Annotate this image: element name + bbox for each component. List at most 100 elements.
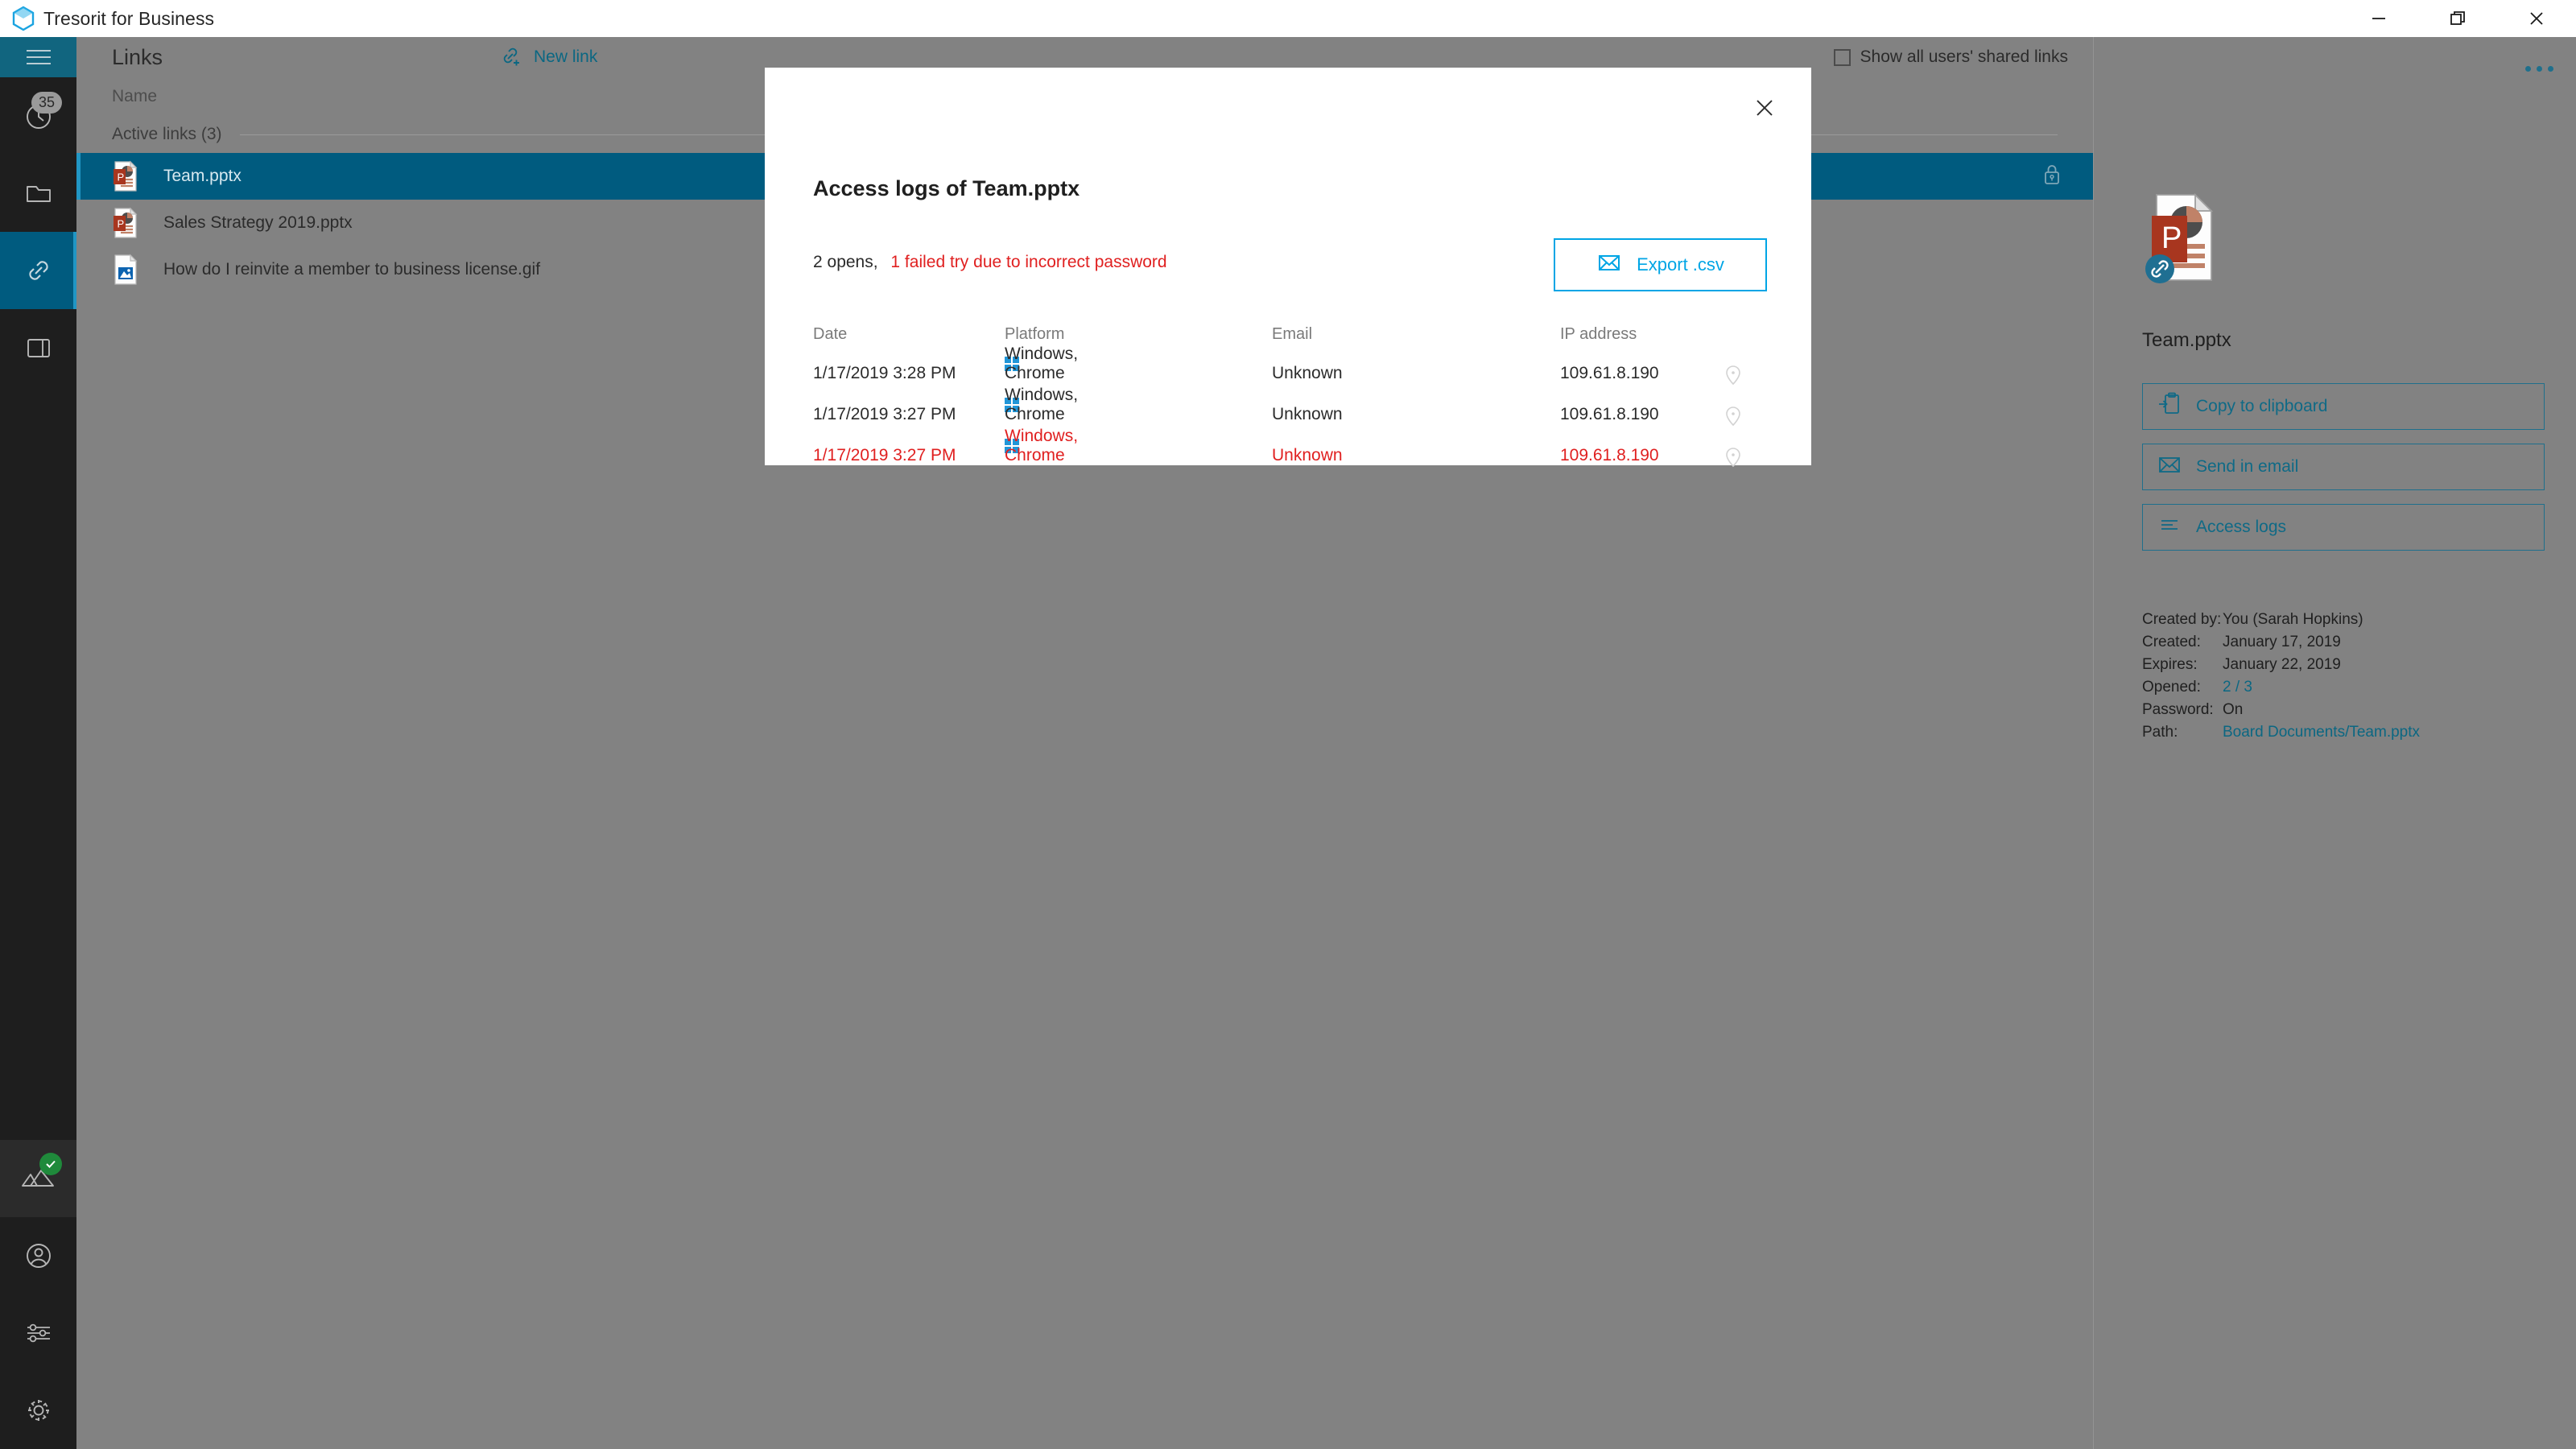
meta-value: You (Sarah Hopkins) (2223, 611, 2363, 628)
gear-icon (27, 1400, 49, 1421)
log-ip: 109.61.8.190 (1560, 446, 1659, 464)
sidebar-item-sync-status[interactable] (0, 1140, 76, 1217)
envelope-icon (2157, 452, 2182, 482)
log-email: Unknown (1272, 405, 1343, 423)
account-icon (26, 1244, 51, 1268)
password-protected-lock-icon (2040, 162, 2064, 192)
log-date: 1/17/2019 3:27 PM (813, 405, 956, 423)
send-in-email-label: Send in email (2196, 457, 2299, 476)
folder-icon (26, 186, 51, 202)
sidebar-item-folders[interactable] (0, 155, 76, 232)
column-header-platform: Platform (1005, 325, 1065, 343)
meta-row-password: Password: On (2142, 699, 2420, 721)
sidebar-item-settings[interactable] (0, 1372, 76, 1449)
meta-key: Opened: (2142, 679, 2201, 696)
copy-to-clipboard-label: Copy to clipboard (2196, 397, 2328, 415)
tresorit-logo-icon (10, 5, 37, 32)
more-dot (2537, 66, 2542, 72)
sliders-icon (27, 1323, 50, 1343)
log-date: 1/17/2019 3:27 PM (813, 446, 956, 464)
column-header-ip-address: IP address (1560, 325, 1637, 343)
table-row: 1/17/2019 3:27 PM Windows, Chrome Unknow… (813, 427, 1763, 487)
details-action-buttons: Copy to clipboard Send in email Access l… (2142, 383, 2545, 564)
svg-text:P: P (2161, 221, 2182, 255)
sidebar-item-account[interactable] (0, 1217, 76, 1294)
meta-key: Path: (2142, 724, 2178, 741)
sidebar-item-recent[interactable]: 35 (0, 77, 76, 155)
file-name: How do I reinvite a member to business l… (163, 260, 541, 279)
recent-badge: 35 (31, 92, 62, 114)
left-navigation-rail: 35 (0, 37, 76, 1449)
log-platform-label: Windows, Chrome (1005, 386, 1079, 423)
file-name: Team.pptx (163, 167, 242, 185)
new-link-label: New link (534, 47, 598, 66)
details-more-options-button[interactable] (2525, 66, 2553, 72)
location-pin-icon[interactable] (1723, 446, 1744, 475)
minimize-button[interactable] (2339, 0, 2418, 37)
meta-key: Created by: (2142, 611, 2222, 628)
powerpoint-file-icon: P (114, 160, 138, 192)
meta-key: Created: (2142, 634, 2201, 650)
close-icon[interactable] (1744, 87, 1785, 129)
show-all-shared-links-toggle[interactable]: Show all users' shared links (1833, 37, 2068, 77)
meta-key: Expires: (2142, 656, 2198, 673)
show-all-checkbox[interactable] (1833, 48, 1851, 66)
more-dot (2548, 66, 2553, 72)
meta-value: January 17, 2019 (2223, 634, 2341, 650)
page-title: Links (112, 44, 163, 69)
export-csv-button[interactable]: Export .csv (1554, 238, 1767, 291)
maximize-restore-button[interactable] (2418, 0, 2497, 37)
access-logs-label: Access logs (2196, 518, 2287, 536)
active-links-label: Active links (3) (112, 125, 222, 143)
column-header-email: Email (1272, 325, 1313, 343)
location-pin-icon[interactable] (1723, 405, 1744, 434)
meta-row-expires: Expires: January 22, 2019 (2142, 654, 2420, 676)
table-row: 1/17/2019 3:27 PM Windows, Chrome Unknow… (813, 386, 1763, 446)
location-pin-icon[interactable] (1723, 364, 1744, 393)
log-platform-label: Windows, Chrome (1005, 427, 1079, 464)
access-logs-dialog: Access logs of Team.pptx 2 opens, 1 fail… (765, 68, 1811, 468)
log-platform-label: Windows, Chrome (1005, 345, 1079, 382)
sidebar-item-links[interactable] (0, 232, 76, 309)
file-name: Sales Strategy 2019.pptx (163, 213, 353, 232)
meta-value: January 22, 2019 (2223, 656, 2341, 673)
clipboard-icon (2157, 391, 2182, 422)
table-row: 1/17/2019 3:28 PM Windows, Chrome Unknow… (813, 345, 1763, 405)
copy-to-clipboard-button[interactable]: Copy to clipboard (2142, 383, 2545, 430)
meta-value-opened-link[interactable]: 2 / 3 (2223, 679, 2252, 696)
log-ip: 109.61.8.190 (1560, 364, 1659, 382)
meta-key: Password: (2142, 701, 2214, 718)
column-header-name: Name (112, 87, 158, 105)
link-metadata: Created by: You (Sarah Hopkins) Created:… (2142, 609, 2420, 744)
export-csv-label: Export .csv (1637, 254, 1724, 275)
powerpoint-file-icon: P (114, 207, 138, 238)
show-all-label: Show all users' shared links (1860, 47, 2068, 66)
column-header-date: Date (813, 325, 848, 343)
log-date: 1/17/2019 3:28 PM (813, 364, 956, 382)
log-email: Unknown (1272, 446, 1343, 464)
hamburger-menu-button[interactable] (0, 37, 76, 77)
meta-row-path: Path: Board Documents/Team.pptx (2142, 721, 2420, 744)
more-dot (2525, 66, 2531, 72)
close-window-button[interactable] (2497, 0, 2576, 37)
access-log-rows: 1/17/2019 3:28 PM Windows, Chrome Unknow… (813, 345, 1763, 487)
sync-complete-badge (39, 1153, 62, 1175)
access-log-column-headers: Date Platform Email IP address (813, 325, 1763, 348)
meta-row-opened: Opened: 2 / 3 (2142, 676, 2420, 699)
meta-value-path-link[interactable]: Board Documents/Team.pptx (2223, 724, 2420, 741)
sidebar-item-panel[interactable] (0, 309, 76, 386)
access-logs-button[interactable]: Access logs (2142, 504, 2545, 551)
dialog-title: Access logs of Team.pptx (813, 176, 1080, 200)
envelope-icon (1596, 250, 1622, 280)
image-file-icon (114, 254, 138, 285)
send-in-email-button[interactable]: Send in email (2142, 444, 2545, 490)
meta-row-created: Created: January 17, 2019 (2142, 631, 2420, 654)
new-link-button[interactable]: New link (499, 37, 597, 77)
window-title-bar: Tresorit for Business (0, 0, 2576, 37)
sidebar-item-activity[interactable] (0, 1294, 76, 1372)
link-icon (28, 261, 48, 280)
failed-attempts-label: 1 failed try due to incorrect password (890, 253, 1167, 271)
list-icon (2157, 512, 2182, 543)
svg-text:P: P (118, 171, 125, 184)
panel-icon (27, 339, 50, 357)
